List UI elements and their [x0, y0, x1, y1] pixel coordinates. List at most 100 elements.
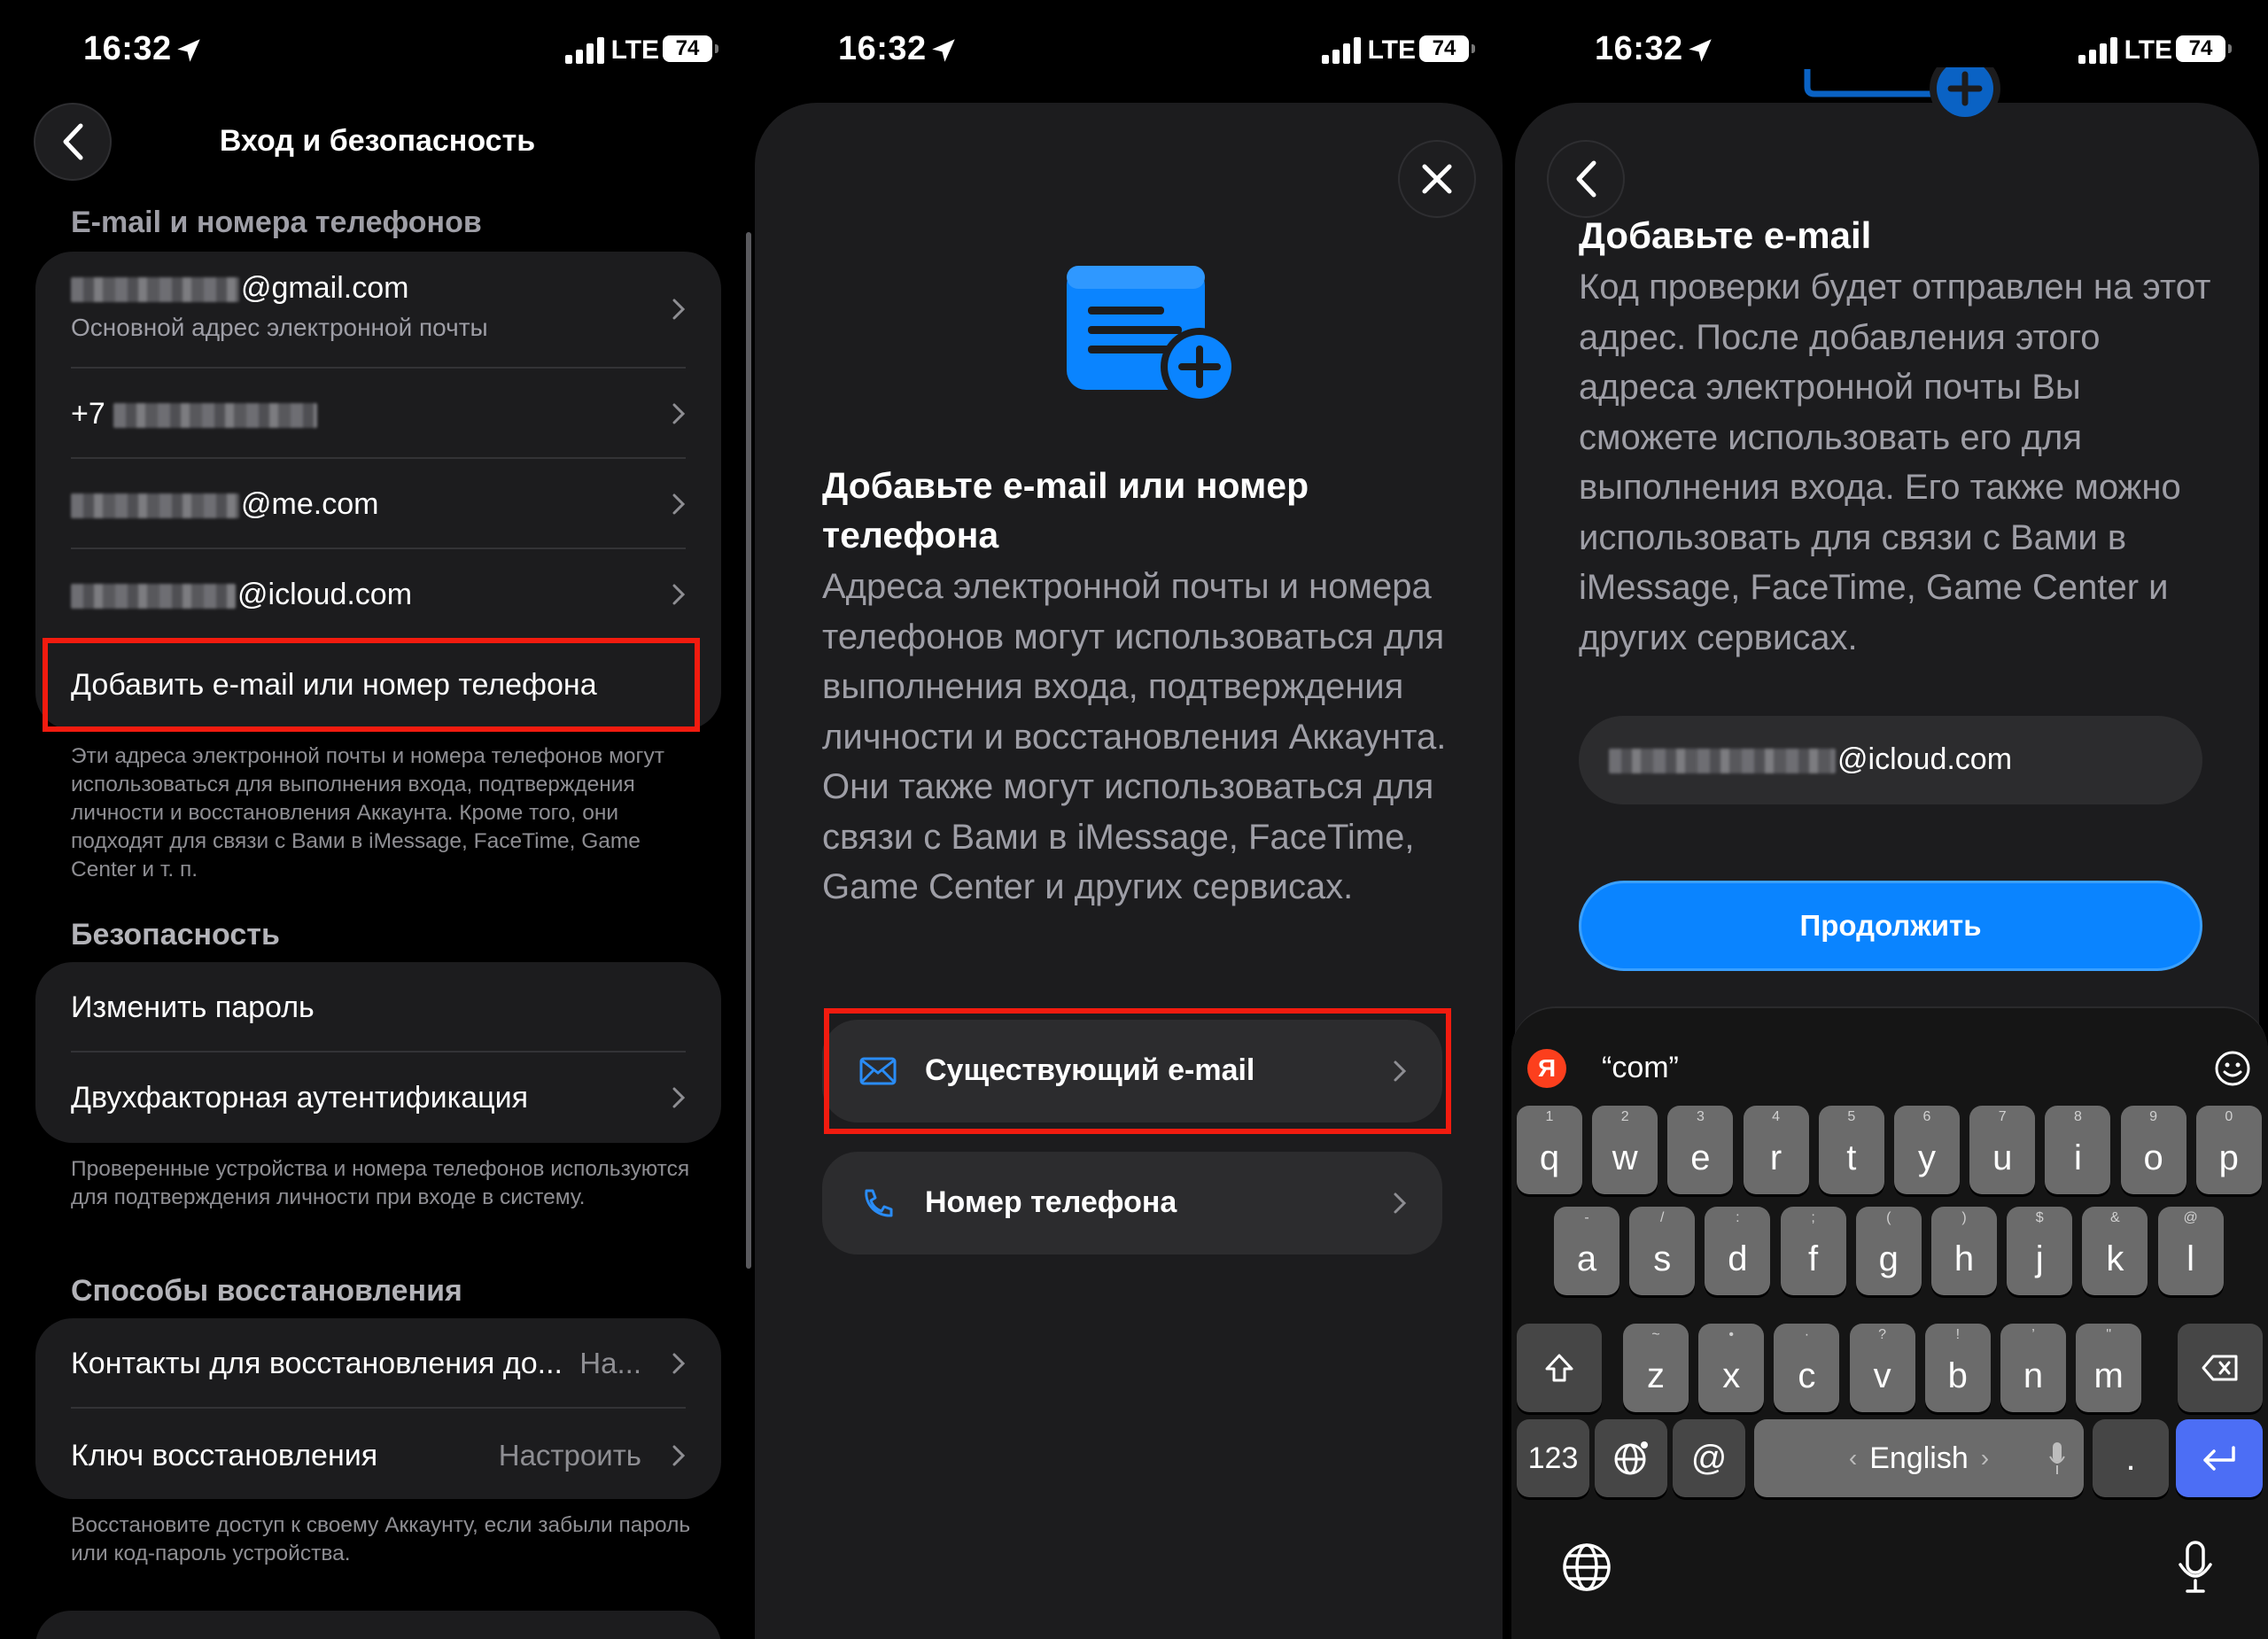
- key-hint: $: [2035, 1210, 2044, 1225]
- key-letter: e: [1690, 1138, 1711, 1177]
- key-hint: 3: [1696, 1109, 1705, 1124]
- location-arrow-icon: [1689, 39, 1712, 62]
- list-item-icloud[interactable]: @icloud.com: [71, 549, 686, 640]
- section-header-security: Безопасность: [71, 918, 280, 952]
- key-i[interactable]: 8i: [2045, 1106, 2111, 1194]
- globe-icon[interactable]: [1561, 1542, 1612, 1593]
- key-letter: g: [1878, 1239, 1899, 1278]
- key-j[interactable]: $ j: [2007, 1207, 2073, 1295]
- close-icon: [1422, 164, 1452, 194]
- location-arrow-icon: [932, 39, 955, 62]
- list-item-recovery-contacts[interactable]: Контакты для восстановления до... На...: [71, 1318, 686, 1409]
- key-n[interactable]: ’ n: [2000, 1324, 2066, 1412]
- list-item-two-factor[interactable]: Двухфакторная аутентификация: [71, 1053, 686, 1143]
- key-hint: 1: [1545, 1109, 1554, 1124]
- list-item-phone[interactable]: +7: [71, 369, 686, 459]
- key-letter: x: [1722, 1355, 1741, 1395]
- globe-settings-key[interactable]: [1595, 1419, 1667, 1497]
- section-header-recovery: Способы восстановления: [71, 1274, 462, 1308]
- recovery-card: Контакты для восстановления до... На... …: [35, 1318, 721, 1499]
- gmail-subtitle: Основной адрес электронной почты: [71, 314, 488, 341]
- key-z[interactable]: ~ z: [1623, 1324, 1689, 1412]
- key-letter: l: [2186, 1239, 2195, 1278]
- key-k[interactable]: & k: [2082, 1207, 2148, 1295]
- key-letter: o: [2143, 1138, 2163, 1177]
- continue-button[interactable]: Продолжить: [1579, 881, 2202, 971]
- phone-number-option[interactable]: Номер телефона: [822, 1152, 1442, 1254]
- scroll-indicator[interactable]: [746, 232, 751, 1269]
- shift-key[interactable]: [1517, 1324, 1602, 1412]
- key-a[interactable]: -a: [1554, 1207, 1619, 1295]
- status-time: 16:32: [1595, 30, 1683, 67]
- status-bar: 16:32 LTE 74: [755, 27, 1511, 76]
- two-factor-label: Двухфакторная аутентификация: [71, 1081, 528, 1115]
- chevron-right-icon: ›: [1980, 1444, 1990, 1472]
- email-field[interactable]: @icloud.com: [1579, 716, 2202, 804]
- dot-key[interactable]: .: [2093, 1419, 2169, 1497]
- numbers-key[interactable]: 123: [1517, 1419, 1589, 1497]
- key-hint: :: [1736, 1210, 1740, 1225]
- key-hint: 2: [1620, 1109, 1629, 1124]
- security-card: Изменить пароль Двухфакторная аутентифик…: [35, 962, 721, 1143]
- key-t[interactable]: 5t: [1818, 1106, 1884, 1194]
- gmail-address: @gmail.com: [241, 271, 409, 305]
- key-m[interactable]: " m: [2076, 1324, 2142, 1412]
- security-note: Проверенные устройства и номера телефоно…: [71, 1157, 690, 1209]
- key-c[interactable]: · c: [1774, 1324, 1840, 1412]
- key-letter: f: [1808, 1239, 1819, 1278]
- close-button[interactable]: [1398, 140, 1476, 218]
- recovery-contacts-value: На...: [579, 1347, 641, 1379]
- status-time: 16:32: [83, 30, 172, 67]
- status-time: 16:32: [838, 30, 927, 67]
- key-o[interactable]: 9o: [2120, 1106, 2186, 1194]
- list-item-me[interactable]: @me.com: [71, 459, 686, 549]
- page-title: Вход и безопасность: [219, 124, 536, 158]
- key-l[interactable]: @ l: [2157, 1207, 2224, 1295]
- dictation-mic-icon[interactable]: [2178, 1540, 2213, 1595]
- delete-icon: [2202, 1355, 2238, 1381]
- key-v[interactable]: ? v: [1849, 1324, 1915, 1412]
- key-letter: u: [1992, 1138, 2013, 1177]
- list-item-gmail[interactable]: @gmail.com Основной адрес электронной по…: [71, 252, 686, 369]
- key-g[interactable]: (g: [1855, 1207, 1922, 1295]
- yandex-logo-icon[interactable]: Я: [1527, 1049, 1566, 1088]
- delete-key[interactable]: [2178, 1324, 2263, 1412]
- key-b[interactable]: ! b: [1924, 1324, 1991, 1412]
- key-hint: ’: [2031, 1327, 2035, 1342]
- key-f[interactable]: ; f: [1780, 1207, 1846, 1295]
- signal-icon: [1322, 37, 1361, 64]
- key-u[interactable]: 7u: [1969, 1106, 2036, 1194]
- key-hint: 9: [2149, 1109, 2158, 1124]
- section-header-emails: E-mail и номера телефонов: [71, 206, 482, 239]
- shift-icon: [1545, 1354, 1573, 1382]
- battery-icon: 74: [2176, 35, 2232, 62]
- at-key[interactable]: @: [1673, 1419, 1745, 1497]
- email-field-value: @icloud.com: [1837, 742, 2013, 776]
- list-item-change-password[interactable]: Изменить пароль: [71, 962, 686, 1053]
- key-letter: b: [1947, 1355, 1968, 1395]
- suggestion-item[interactable]: “com”: [1602, 1051, 1679, 1085]
- key-hint: ): [1961, 1210, 1967, 1225]
- key-x[interactable]: • x: [1698, 1324, 1765, 1412]
- key-hint: •: [1728, 1327, 1734, 1342]
- key-p[interactable]: 0p: [2195, 1106, 2262, 1194]
- key-hint: 8: [2073, 1109, 2082, 1124]
- key-w[interactable]: 2w: [1592, 1106, 1658, 1194]
- emoji-icon[interactable]: [2213, 1049, 2252, 1088]
- key-s[interactable]: / s: [1629, 1207, 1696, 1295]
- key-q[interactable]: 1q: [1517, 1106, 1582, 1194]
- key-d[interactable]: :d: [1705, 1207, 1771, 1295]
- list-item-recovery-key[interactable]: Ключ восстановления Настроить: [71, 1409, 686, 1499]
- suggestion-bar: Я “com”: [1511, 1044, 2268, 1097]
- return-key[interactable]: [2176, 1419, 2263, 1497]
- key-letter: k: [2106, 1239, 2124, 1278]
- back-button[interactable]: [1547, 140, 1625, 218]
- change-password-link[interactable]: Изменить пароль: [71, 990, 315, 1025]
- key-h[interactable]: ) h: [1931, 1207, 1997, 1295]
- key-y[interactable]: 6y: [1894, 1106, 1960, 1194]
- key-letter: p: [2218, 1138, 2239, 1177]
- space-key[interactable]: ‹ English ›: [1754, 1419, 2084, 1497]
- key-e[interactable]: 3e: [1667, 1106, 1734, 1194]
- network-type: LTE: [2124, 35, 2172, 65]
- key-r[interactable]: 4r: [1743, 1106, 1809, 1194]
